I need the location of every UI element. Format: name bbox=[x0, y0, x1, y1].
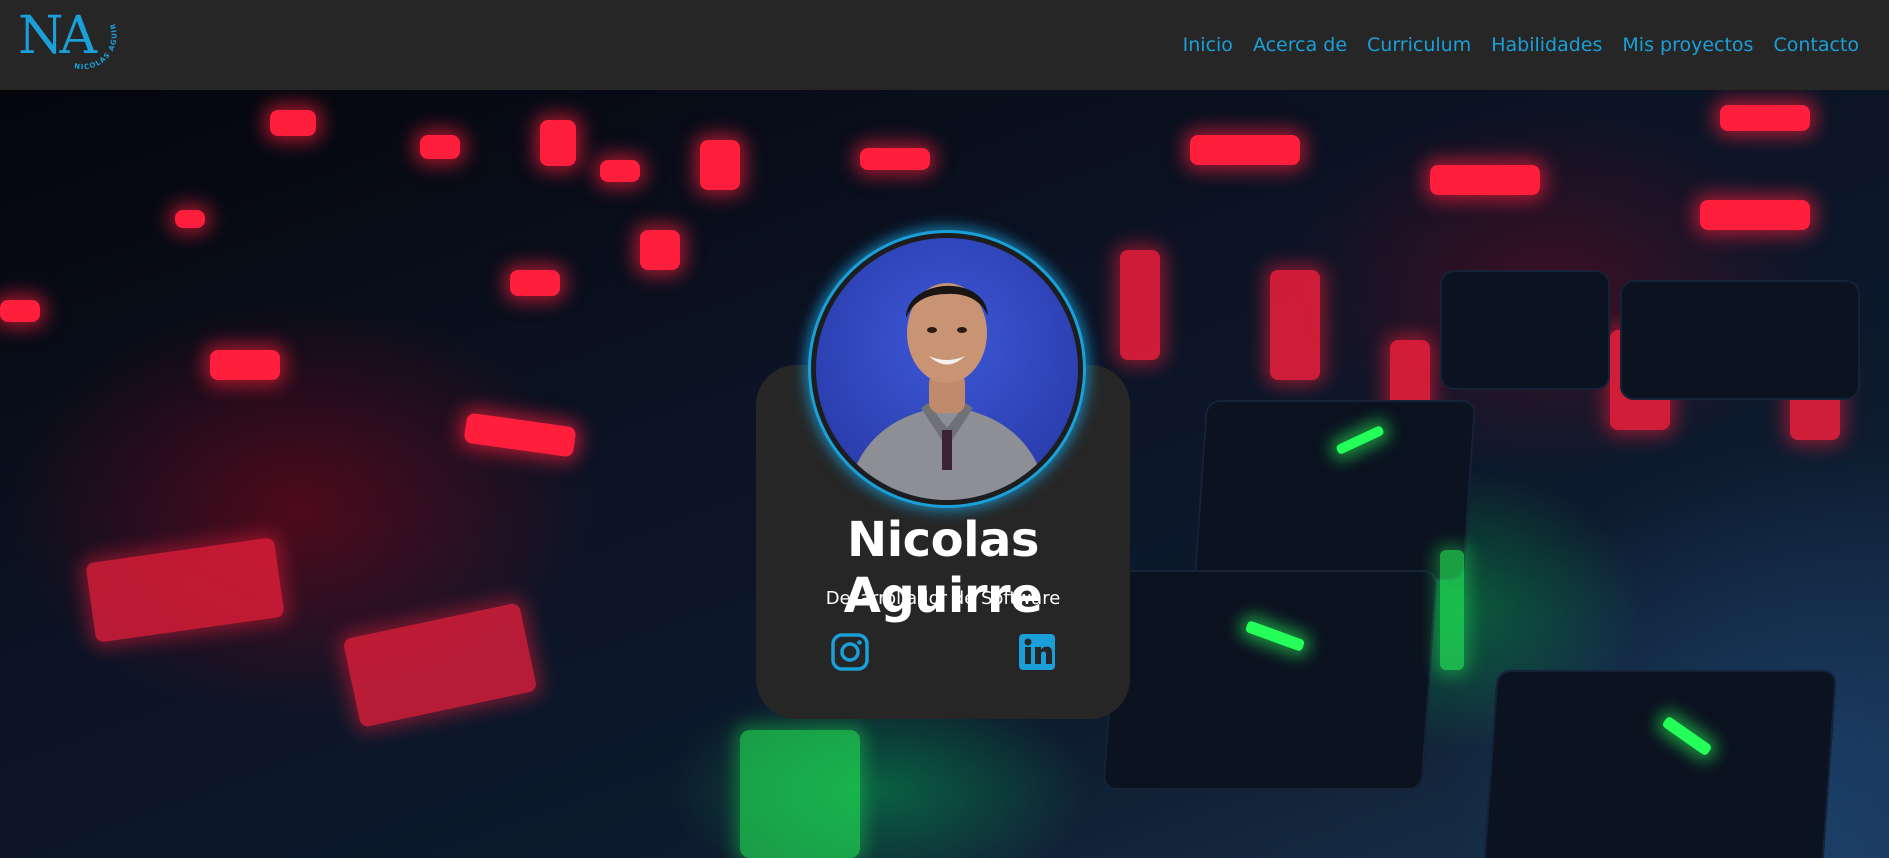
key-glow bbox=[640, 230, 680, 270]
nav-item-contacto[interactable]: Contacto bbox=[1763, 34, 1869, 56]
key-glow bbox=[270, 110, 316, 136]
keycap bbox=[1620, 280, 1860, 400]
avatar bbox=[816, 238, 1078, 500]
nav-item-acerca-de[interactable]: Acerca de bbox=[1243, 34, 1357, 56]
linkedin-icon[interactable] bbox=[1017, 632, 1057, 672]
nav-item-inicio[interactable]: Inicio bbox=[1173, 34, 1243, 56]
instagram-icon[interactable] bbox=[830, 632, 870, 672]
key-glow bbox=[1120, 250, 1160, 360]
logo-ring-text: NICOLAS AGUIRRE bbox=[18, 0, 119, 71]
keycap bbox=[1102, 570, 1438, 790]
navbar: NA NICOLAS AGUIRRE Inicio Acerca de Curr… bbox=[0, 0, 1889, 90]
keycap bbox=[1440, 270, 1610, 390]
key-glow bbox=[175, 210, 205, 228]
key-glow bbox=[420, 135, 460, 159]
key-glow bbox=[1190, 135, 1300, 165]
logo[interactable]: NA NICOLAS AGUIRRE bbox=[18, 0, 128, 90]
keycap bbox=[1193, 400, 1477, 580]
key-glow bbox=[1430, 165, 1540, 195]
key-glow bbox=[860, 148, 930, 170]
key-glow bbox=[700, 140, 740, 190]
key-glow bbox=[85, 537, 285, 643]
keycap bbox=[1483, 670, 1837, 858]
key-glow bbox=[540, 120, 576, 166]
key-glow-green bbox=[740, 730, 860, 858]
nav-item-habilidades[interactable]: Habilidades bbox=[1481, 34, 1612, 56]
key-glow bbox=[1270, 270, 1320, 380]
key-glow bbox=[210, 350, 280, 380]
profile-avatar-frame bbox=[808, 230, 1086, 508]
key-glow bbox=[1700, 200, 1810, 230]
nav-item-mis-proyectos[interactable]: Mis proyectos bbox=[1612, 34, 1763, 56]
nav-item-curriculum[interactable]: Curriculum bbox=[1357, 34, 1481, 56]
profile-role: Desarrollador de Software bbox=[825, 588, 1061, 609]
key-glow bbox=[510, 270, 560, 296]
key-glow bbox=[0, 300, 40, 322]
key-glow bbox=[342, 602, 538, 728]
key-glow bbox=[1720, 105, 1810, 131]
key-glow bbox=[600, 160, 640, 182]
key-glow-green bbox=[1440, 550, 1464, 670]
avatar-portrait bbox=[846, 283, 1048, 500]
nav-menu: Inicio Acerca de Curriculum Habilidades … bbox=[1173, 34, 1869, 56]
svg-text:NICOLAS AGUIRRE: NICOLAS AGUIRRE bbox=[18, 0, 119, 71]
key-glow bbox=[463, 412, 577, 458]
